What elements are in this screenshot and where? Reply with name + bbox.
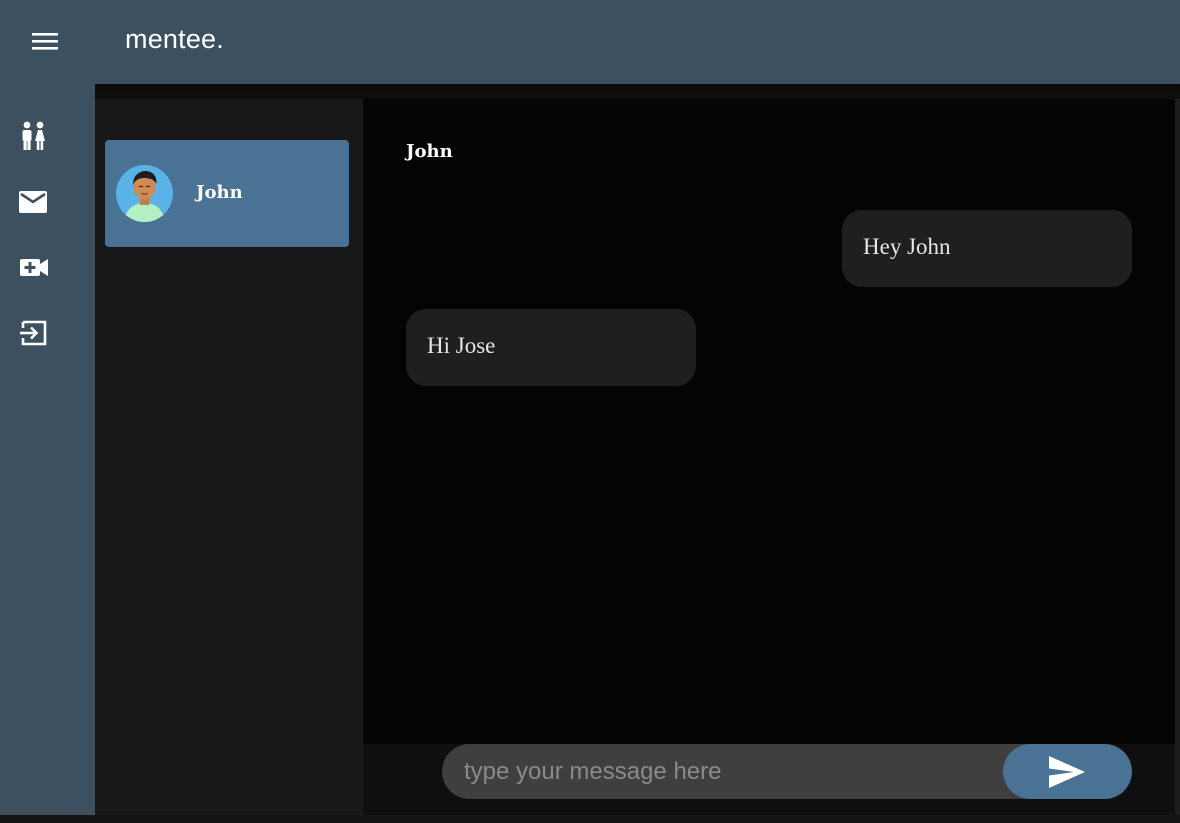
message-bubble-received: Hi Jose [406, 309, 696, 386]
message-input[interactable] [442, 744, 1062, 799]
chat-header-name: John [406, 141, 453, 162]
brand-logo-text: mentee. [125, 24, 224, 54]
menu-icon [32, 33, 58, 50]
message-composer [363, 744, 1180, 815]
contacts-panel: John [95, 99, 363, 815]
message-bubble-sent: Hey John [842, 210, 1132, 287]
chat-window: John Hey John Hi Jose [363, 99, 1175, 744]
sidebar-item-logout[interactable] [17, 315, 51, 349]
sidebar-item-video-call[interactable] [17, 250, 51, 284]
contact-item-john[interactable]: John [105, 140, 349, 247]
video-call-add-icon [20, 259, 48, 276]
scrollbar-track [1175, 99, 1180, 815]
sidebar-nav [0, 84, 95, 815]
people-icon [22, 121, 45, 150]
top-app-bar: mentee. [0, 0, 1180, 84]
sidebar-item-mentors[interactable] [17, 120, 51, 154]
send-icon [1049, 756, 1085, 788]
menu-button[interactable] [24, 22, 66, 62]
contact-name: John [196, 182, 243, 203]
sidebar-item-messages[interactable] [17, 185, 51, 219]
window-bottom-border [0, 815, 1180, 823]
mail-icon [19, 191, 47, 213]
send-button[interactable] [1003, 744, 1132, 799]
logout-icon [20, 320, 47, 346]
avatar [116, 165, 173, 222]
